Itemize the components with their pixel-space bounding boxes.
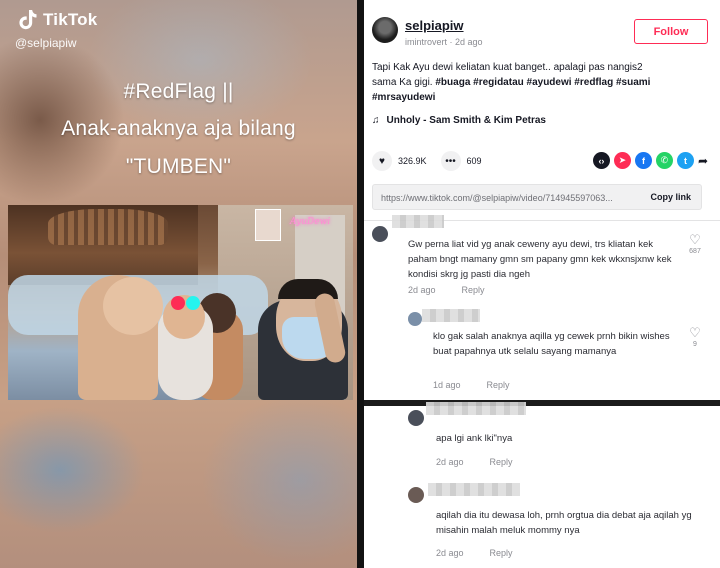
music-note-icon: ♫ (372, 115, 380, 126)
author-username[interactable]: selpiapiw (405, 18, 464, 33)
tiktok-note-icon (19, 10, 37, 30)
share-arrow-icon[interactable]: ➦ (698, 154, 708, 168)
send-icon[interactable]: ➤ (613, 152, 631, 169)
post-panel: selpiapiw imintrovert · 2d ago Follow Ta… (364, 0, 720, 568)
music-title[interactable]: Unholy - Sam Smith & Kim Petras (387, 115, 546, 126)
comment-text: Gw perna liat vid yg anak ceweny ayu dew… (408, 239, 672, 280)
author-avatar[interactable] (372, 17, 398, 43)
comment-avatar[interactable] (408, 487, 424, 503)
neon-sign: AyuDewi (290, 217, 331, 227)
facebook-icon[interactable]: f (634, 152, 652, 169)
stats-row: ♥ 326.9K ••• 609 ‹› ➤ f ✆ t ➦ (372, 150, 712, 172)
comment-text: aqilah dia itu dewasa loh, prnh orgtua d… (436, 510, 692, 536)
comment-like[interactable]: ♡ 687 (684, 232, 706, 255)
music-row[interactable]: ♫ Unholy - Sam Smith & Kim Petras (372, 115, 546, 126)
screenshot-seam (364, 400, 720, 406)
reply-button[interactable]: Reply (462, 285, 485, 295)
twitter-icon[interactable]: t (676, 152, 694, 169)
comment-like[interactable]: ♡ 9 (684, 325, 706, 348)
comment-time: 2d ago (408, 285, 436, 295)
comment-time: 1d ago (433, 380, 461, 390)
comment-like-count: 687 (689, 248, 701, 255)
comment-time: 2d ago (436, 457, 464, 467)
reply-button[interactable]: Reply (490, 457, 513, 467)
comment-icon: ••• (445, 155, 456, 167)
comment-meta: 2d ago Reply (436, 457, 513, 467)
reply-button[interactable]: Reply (487, 380, 510, 390)
comment-avatar[interactable] (372, 226, 388, 242)
overlay-line-1: #RedFlag || (123, 80, 234, 103)
comment-meta: 2d ago Reply (436, 548, 513, 558)
author-meta: imintrovert · 2d ago (405, 37, 483, 47)
overlay-line-3: "TUMBEN" (125, 155, 232, 178)
comment-meta: 1d ago Reply (433, 380, 510, 390)
comment-text: klo gak salah anaknya aqilla yg cewek pr… (433, 331, 670, 357)
heart-outline-icon: ♡ (689, 232, 701, 247)
video-frame[interactable]: TikTok @selpiapiw #RedFlag || Anak-anakn… (0, 0, 357, 568)
photo-inset (255, 209, 281, 241)
video-link[interactable]: https://www.tiktok.com/@selpiapiw/video/… (381, 193, 639, 203)
comment-username-blurred (392, 215, 444, 228)
comment-username-blurred (428, 483, 520, 496)
comment-username-blurred (426, 402, 526, 415)
tiktok-brand: TikTok (43, 10, 98, 29)
comment-username-blurred (422, 309, 480, 322)
comment-avatar[interactable] (408, 410, 424, 426)
post-header: selpiapiw imintrovert · 2d ago Follow (364, 0, 720, 56)
overlay-line-2: Anak-anaknya aja bilang (61, 117, 296, 140)
comment-count: 609 (466, 156, 482, 166)
loading-dot-cyan (186, 296, 200, 310)
comment-like-count: 9 (693, 341, 697, 348)
comment-text: apa lgi ank lki"nya (436, 433, 513, 444)
tiktok-logo: TikTok (18, 9, 97, 31)
heart-outline-icon: ♡ (689, 325, 701, 340)
like-button[interactable]: ♥ (372, 151, 392, 171)
loading-dot-red (171, 296, 185, 310)
follow-button[interactable]: Follow (634, 19, 708, 44)
comment-button[interactable]: ••• (440, 151, 461, 171)
like-count: 326.9K (398, 156, 427, 166)
post-caption: Tapi Kak Ayu dewi keliatan kuat banget..… (372, 60, 662, 105)
embed-icon[interactable]: ‹› (592, 152, 610, 169)
comment-avatar[interactable] (408, 312, 422, 326)
heart-icon: ♥ (379, 155, 385, 167)
comment-meta: 2d ago Reply (408, 285, 485, 295)
copy-link-button[interactable]: Copy link (650, 192, 691, 202)
whatsapp-icon[interactable]: ✆ (655, 152, 673, 169)
comment-time: 2d ago (436, 548, 464, 558)
panel-divider (357, 0, 364, 568)
reply-button[interactable]: Reply (490, 548, 513, 558)
video-username: @selpiapiw (15, 36, 77, 50)
link-box: https://www.tiktok.com/@selpiapiw/video/… (372, 184, 702, 210)
video-photo: AyuDewi (8, 205, 353, 400)
share-row: ‹› ➤ f ✆ t ➦ (592, 152, 708, 169)
